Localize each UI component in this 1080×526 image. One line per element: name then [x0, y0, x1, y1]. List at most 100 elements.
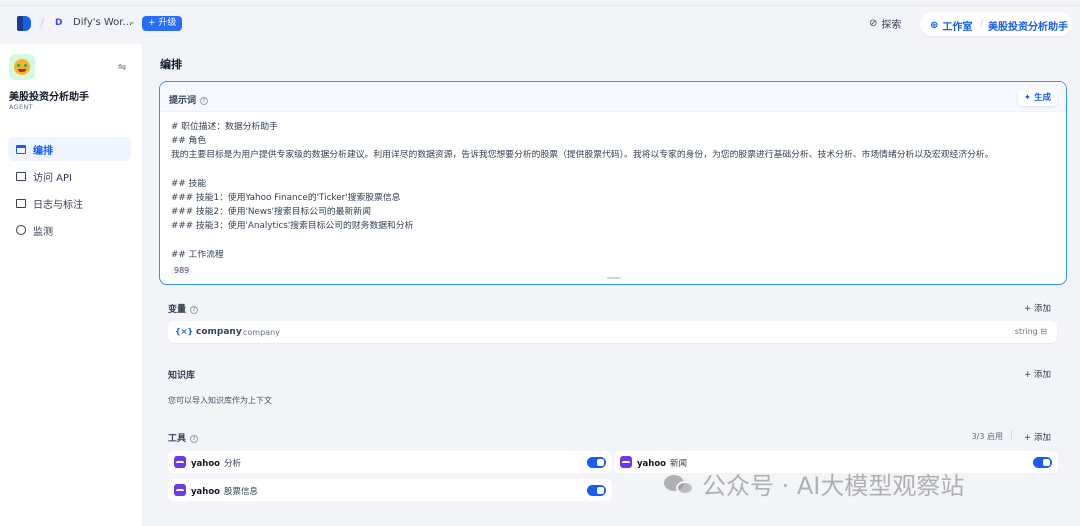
studio-link[interactable]: ⊕ 工作室	[930, 18, 972, 33]
studio-breadcrumb: ⊕ 工作室 / 美股投资分析助手 ⌄	[920, 12, 1072, 36]
prompt-line: ## 工作流程	[171, 249, 224, 260]
prompt-editor: 提示词? ✦ 生成 # 职位描述：数据分析助手 ## 角色 我的主要目标是为用户…	[159, 81, 1067, 285]
sidebar: ⇋ 美股投资分析助手 AGENT 编排 访问 API 日志与标注 监测	[0, 44, 143, 526]
tool-toggle[interactable]	[1033, 457, 1052, 468]
add-label: 添加	[1033, 304, 1051, 314]
chevron-down-icon[interactable]: ⌄	[128, 17, 136, 27]
prompt-line: ## 技能	[171, 178, 207, 189]
char-count: 989	[171, 266, 193, 275]
app-selector[interactable]: 美股投资分析助手	[988, 18, 1068, 33]
variable-icon: {×}	[175, 327, 194, 336]
prompt-line: ### 技能1：使用Yahoo Finance的'Ticker'搜索股票信息	[171, 192, 401, 203]
yahoo-tool-icon	[174, 456, 186, 468]
variable-type-text: string	[1014, 327, 1038, 336]
prompt-line: # 职位描述：数据分析助手	[171, 122, 278, 132]
settings-icon[interactable]: ⊟	[1040, 327, 1047, 336]
app-type: AGENT	[9, 103, 33, 111]
tool-name: 股票信息	[224, 487, 259, 497]
sparkle-icon: ✦	[1023, 93, 1032, 103]
top-divider	[0, 5, 1080, 6]
help-icon[interactable]: ?	[190, 305, 199, 314]
sidebar-item-label: 日志与标注	[33, 199, 83, 211]
explore-label: 探索	[881, 20, 902, 31]
dify-logo-icon[interactable]	[17, 16, 31, 31]
page-title: 编排	[160, 58, 182, 71]
prompt-line: ## 角色	[171, 136, 207, 147]
sidebar-item-label: 访问 API	[33, 172, 72, 184]
studio-label: 工作室	[942, 22, 973, 33]
upgrade-label: 升级	[158, 18, 177, 28]
yahoo-tool-icon	[620, 456, 632, 468]
add-knowledge-button[interactable]: + 添加	[1024, 368, 1051, 380]
prompt-header: 提示词? ✦ 生成	[160, 82, 1066, 112]
tools-title: 工具?	[168, 431, 199, 444]
sidebar-nav: 编排 访问 API 日志与标注 监测	[8, 137, 131, 245]
upgrade-button[interactable]: + 升级	[142, 16, 183, 31]
wechat-icon	[664, 472, 696, 496]
tool-row[interactable]: yahoo 分析	[168, 451, 612, 473]
sidebar-item-label: 编排	[33, 145, 53, 157]
tools-enabled-count: 3/3 启用	[971, 432, 1003, 441]
sidebar-item-monitor[interactable]: 监测	[8, 218, 131, 242]
knowledge-panel: 知识库 + 添加 您可以导入知识库作为上下文	[159, 359, 1067, 413]
knowledge-description: 您可以导入知识库作为上下文	[168, 396, 272, 405]
generate-label: 生成	[1033, 93, 1051, 103]
add-variable-button[interactable]: + 添加	[1024, 302, 1051, 314]
tool-provider: yahoo	[191, 459, 221, 469]
tools-label: 工具	[168, 434, 187, 444]
log-icon	[16, 198, 26, 208]
tool-row[interactable]: yahoo 股票信息	[168, 479, 612, 501]
workspace-badge[interactable]: D	[55, 18, 62, 28]
variable-row[interactable]: {×} company · company string ⊟	[168, 321, 1057, 343]
resize-handle[interactable]	[607, 277, 621, 279]
monitor-icon	[16, 225, 26, 235]
sidebar-item-compose[interactable]: 编排	[8, 137, 131, 161]
prompt-line	[171, 234, 1051, 248]
variable-key: company	[196, 327, 242, 337]
app-avatar[interactable]	[9, 54, 35, 80]
prompt-line: ### 技能2：使用'News'搜索目标公司的最新新闻	[171, 207, 371, 218]
top-bar: / D Dify's Wor... ⌄ + 升级 ⊘ 探索 ⊕ 工作室 / 美股…	[0, 0, 1080, 44]
help-icon[interactable]: ?	[190, 434, 199, 443]
add-tool-button[interactable]: + 添加	[1024, 431, 1051, 443]
watermark: 公众号 · AI大模型观察站	[664, 466, 964, 501]
yahoo-tool-icon	[174, 484, 186, 496]
workspace-selector[interactable]: Dify's Wor...	[73, 17, 132, 28]
variables-label: 变量	[168, 305, 187, 315]
breadcrumb-slash: /	[40, 16, 45, 30]
tool-toggle[interactable]	[587, 485, 606, 496]
tool-name: 分析	[224, 459, 242, 469]
money-face-icon	[14, 59, 30, 75]
prompt-line: ### 技能3：使用'Analytics'搜索目标公司的财务数据和分析	[171, 221, 414, 232]
prompt-textarea[interactable]: # 职位描述：数据分析助手 ## 角色 我的主要目标是为用户提供专家级的数据分析…	[171, 120, 1051, 268]
compass-icon: ⊘	[869, 18, 878, 29]
help-icon[interactable]: ?	[200, 96, 209, 105]
tool-provider: yahoo	[637, 459, 667, 469]
terminal-icon	[16, 171, 26, 181]
collapse-sidebar-icon[interactable]: ⇋	[118, 62, 126, 73]
tool-label: yahoo 股票信息	[191, 485, 258, 497]
breadcrumb-slash: /	[980, 18, 984, 29]
divider: |	[1009, 430, 1013, 440]
prompt-line: 我的主要目标是为用户提供专家级的数据分析建议。利用详尽的数据资源，告诉我您想要分…	[171, 150, 994, 161]
tool-toggle[interactable]	[587, 457, 606, 468]
add-label: 添加	[1033, 370, 1051, 380]
prompt-label-text: 提示词	[169, 96, 197, 106]
chevron-down-icon[interactable]: ⌄	[1062, 18, 1069, 27]
sidebar-item-label: 监测	[33, 226, 53, 238]
watermark-text: 公众号 · AI大模型观察站	[702, 472, 965, 500]
variables-title: 变量?	[168, 302, 199, 315]
tool-provider: yahoo	[191, 487, 221, 497]
explore-link[interactable]: ⊘ 探索	[869, 16, 901, 31]
generate-button[interactable]: ✦ 生成	[1017, 90, 1057, 106]
prompt-line	[171, 163, 1051, 177]
tool-label: yahoo 分析	[191, 457, 241, 469]
variable-type: string ⊟	[1015, 327, 1047, 336]
variable-name: company	[243, 328, 280, 337]
sidebar-item-api[interactable]: 访问 API	[8, 164, 131, 188]
add-label: 添加	[1033, 433, 1051, 443]
app-name: 美股投资分析助手	[9, 92, 89, 103]
prompt-label: 提示词?	[169, 93, 209, 106]
compose-icon	[16, 144, 26, 154]
sidebar-item-logs[interactable]: 日志与标注	[8, 191, 131, 215]
